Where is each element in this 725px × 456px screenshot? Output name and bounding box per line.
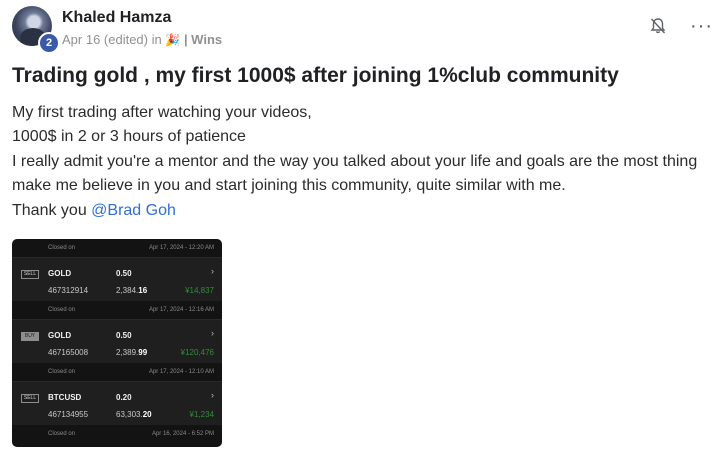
trade-pnl: ¥120,476 <box>180 348 214 357</box>
trade-symbol: GOLD <box>48 269 72 278</box>
post-title: Trading gold , my first 1000$ after join… <box>12 64 619 87</box>
closed-label: Closed on <box>48 431 76 437</box>
trade-lot: 0.20 <box>116 393 132 402</box>
post-body: My first trading after watching your vid… <box>12 101 712 223</box>
closed-date: Apr 17, 2024 - 12:10 AM <box>148 369 214 375</box>
closed-date: Apr 17, 2024 - 12:16 AM <box>148 307 214 313</box>
closed-label: Closed on <box>48 245 76 251</box>
post-meta: Apr 16 (edited) in 🎉 | Wins <box>62 32 222 47</box>
bell-off-icon[interactable] <box>648 16 668 36</box>
side-badge: SELL <box>21 270 39 279</box>
user-mention[interactable]: @Brad Goh <box>91 202 176 219</box>
thanks-text: Thank you <box>12 201 92 219</box>
author-name[interactable]: Khaled Hamza <box>62 9 171 27</box>
trade-id: 467165008 <box>48 348 89 357</box>
side-badge: SELL <box>21 394 39 403</box>
body-line: 1000$ in 2 or 3 hours of patience <box>12 128 246 146</box>
closed-row: Closed on Apr 16, 2024 - 6:52 PM <box>12 425 222 443</box>
closed-label: Closed on <box>48 369 76 375</box>
trade-screenshot[interactable]: Closed on Apr 17, 2024 - 12:20 AM SELL G… <box>12 239 222 447</box>
price-decimals: 99 <box>138 348 148 357</box>
trade-lot: 0.50 <box>116 269 132 278</box>
trade-row: SELL BTCUSD 0.20 › 467134955 63,303.20 ¥… <box>12 381 222 425</box>
trade-lot: 0.50 <box>116 331 132 340</box>
body-line: I really admit you're a mentor and the w… <box>12 152 698 170</box>
price-decimals: 20 <box>142 410 152 419</box>
level-badge: 2 <box>38 32 60 54</box>
category-link[interactable]: | Wins <box>184 32 222 47</box>
body-line: My first trading after watching your vid… <box>12 104 312 121</box>
party-icon: 🎉 <box>165 33 181 47</box>
body-line: make me believe in you and start joining… <box>12 177 566 195</box>
trade-price: 2,389.99 <box>116 348 147 357</box>
price-main: 2,389. <box>116 348 139 357</box>
closed-label: Closed on <box>48 307 76 313</box>
trade-price: 2,384.16 <box>116 286 147 295</box>
chevron-right-icon: › <box>211 266 214 276</box>
more-options-icon[interactable]: ··· <box>690 16 713 36</box>
closed-row: Closed on Apr 17, 2024 - 12:10 AM <box>12 363 222 381</box>
price-main: 63,303. <box>116 410 143 419</box>
closed-row: Closed on Apr 17, 2024 - 12:20 AM <box>12 239 222 257</box>
chevron-right-icon: › <box>211 390 214 400</box>
closed-date: Apr 17, 2024 - 12:20 AM <box>148 245 214 251</box>
closed-date: Apr 16, 2024 - 6:52 PM <box>151 431 214 437</box>
trade-symbol: BTCUSD <box>48 393 82 402</box>
trade-pnl: ¥14,837 <box>185 286 214 295</box>
closed-row: Closed on Apr 17, 2024 - 12:16 AM <box>12 301 222 319</box>
trade-id: 467312914 <box>48 286 89 295</box>
chevron-right-icon: › <box>211 328 214 338</box>
trade-id: 467134955 <box>48 410 89 419</box>
trade-row: SELL GOLD 0.50 › 467312914 2,384.16 ¥14,… <box>12 257 222 301</box>
price-main: 2,384. <box>116 286 139 295</box>
price-decimals: 16 <box>138 286 148 295</box>
post-date: Apr 16 (edited) in <box>62 32 162 47</box>
post-actions: ··· <box>648 16 713 36</box>
trade-symbol: GOLD <box>48 331 72 340</box>
trade-price: 63,303.20 <box>116 410 152 419</box>
post-header: 2 Khaled Hamza Apr 16 (edited) in 🎉 | Wi… <box>12 6 713 54</box>
side-badge: BUY <box>21 332 39 341</box>
thanks-line: Thank you @Brad Goh <box>12 199 712 223</box>
trade-row: BUY GOLD 0.50 › 467165008 2,389.99 ¥120,… <box>12 319 222 363</box>
trade-pnl: ¥1,234 <box>189 410 214 419</box>
